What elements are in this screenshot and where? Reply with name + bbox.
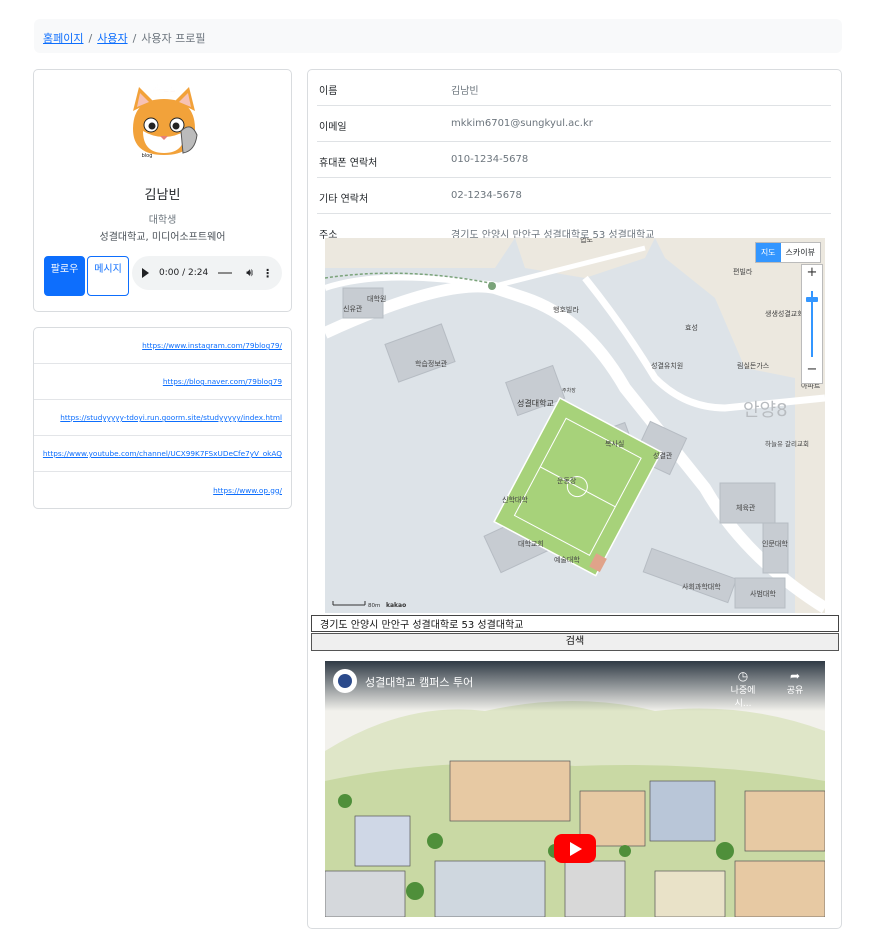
map-label: 운동장: [557, 476, 577, 485]
video-title[interactable]: 성결대학교 캠퍼스 투어: [365, 674, 473, 690]
breadcrumb-separator: /: [132, 32, 137, 45]
map-label: 사범대학: [750, 589, 776, 598]
avatar-caption: 철구: [153, 83, 175, 98]
breadcrumb-home-link[interactable]: 홈페이지: [43, 32, 83, 45]
map-label: 편빌라: [733, 267, 753, 276]
map-label: 행호빌라: [553, 305, 579, 314]
map-label: 법도: [580, 238, 593, 244]
avatar: 철구 blog: [128, 83, 200, 159]
map-label: 신학대학: [502, 495, 528, 504]
message-button[interactable]: 메시지: [87, 256, 129, 296]
map-type-control: 지도 스카이뷰: [754, 242, 821, 263]
list-item: https://www.instagram.com/79blog79/: [34, 328, 291, 364]
list-item: https://www.youtube.com/channel/UCX99K7F…: [34, 436, 291, 472]
link-study-site[interactable]: https://studyyyyy-tdoyi.run.goorm.site/s…: [60, 413, 282, 422]
zoom-slider-handle[interactable]: [806, 297, 818, 302]
info-label: 이메일: [319, 122, 347, 133]
map-label: 인문대학: [762, 539, 788, 548]
map-label: 림실돈가스: [737, 361, 770, 370]
map-label: 학습정보관: [415, 359, 448, 368]
follow-button[interactable]: 팔로우: [44, 256, 85, 296]
map-label: 사회과학대학: [682, 582, 721, 591]
map-label: 대학교회: [518, 539, 544, 548]
info-row-address: 주소 경기도 안양시 만안구 성결대학로 53 성결대학교: [317, 214, 831, 241]
profile-name: 김남빈: [144, 188, 181, 203]
map-type-map-button[interactable]: 지도: [755, 243, 781, 262]
profile-role: 대학생: [148, 215, 177, 226]
watch-later-label: 나중에 시...: [730, 686, 756, 709]
map-scale: 80m: [368, 603, 380, 609]
link-instagram[interactable]: https://www.instagram.com/79blog79/: [142, 341, 282, 350]
link-opgg[interactable]: https://www.op.gg/: [213, 486, 282, 495]
map-label: 안양8: [743, 400, 788, 421]
map-label: 예술대학: [554, 555, 580, 564]
breadcrumb: 홈페이지 / 사용자 / 사용자 프로필: [34, 19, 842, 53]
share-label: 공유: [786, 686, 804, 696]
info-value: 010-1234-5678: [451, 154, 529, 165]
profile-affiliation: 성결대학교, 미디어소프트웨어: [99, 232, 226, 243]
link-blog[interactable]: https://blog.naver.com/79blog79: [163, 377, 282, 386]
list-item: https://www.op.gg/: [34, 472, 291, 508]
share-icon: ➦: [789, 669, 801, 683]
zoom-control: + −: [801, 264, 823, 384]
search-button[interactable]: 검색: [311, 633, 839, 651]
info-value: 김남빈: [451, 86, 479, 97]
volume-icon[interactable]: 🔊︎: [246, 266, 253, 280]
map-label: 신유관: [343, 304, 363, 313]
info-row-mobile: 휴대폰 연락처 010-1234-5678: [317, 142, 831, 178]
youtube-video[interactable]: 성결대학교 캠퍼스 투어 ◷ 나중에 시... ➦ 공유: [325, 661, 825, 917]
audio-progress-bar[interactable]: [218, 272, 233, 274]
play-icon[interactable]: [142, 268, 149, 278]
info-value: 02-1234-5678: [451, 190, 522, 201]
map-label: 하늘유 갈리교회: [765, 439, 809, 448]
share-button[interactable]: ➦ 공유: [777, 669, 813, 696]
map-label: 대학원: [367, 294, 386, 303]
watch-later-button[interactable]: ◷ 나중에 시...: [725, 669, 761, 709]
info-value: mkkim6701@sungkyul.ac.kr: [451, 118, 593, 129]
profile-card: 철구 blog 김남빈 대학생 성결대학교, 미디어소프트웨어 팔로우 메시지 …: [33, 69, 292, 312]
link-youtube[interactable]: https://www.youtube.com/channel/UCX99K7F…: [43, 449, 282, 458]
zoom-in-button[interactable]: +: [802, 265, 822, 280]
info-label: 이름: [319, 86, 338, 97]
audio-time: 0:00 / 2:24: [159, 268, 209, 278]
map-provider: kakao: [386, 602, 406, 609]
address-input[interactable]: [311, 615, 839, 632]
list-item: https://blog.naver.com/79blog79: [34, 364, 291, 400]
zoom-out-button[interactable]: −: [802, 362, 822, 377]
avatar-tag: blog: [142, 153, 153, 159]
map-label: 효성: [685, 323, 698, 332]
youtube-play-icon[interactable]: [554, 834, 596, 863]
campus-map[interactable]: 대학원 신유관 행호빌라 학습정보관 성결대학교 주차장 복사실 성결관 운동장…: [325, 238, 825, 613]
breadcrumb-users-link[interactable]: 사용자: [97, 32, 127, 45]
breadcrumb-current: 사용자 프로필: [141, 32, 206, 45]
info-row-name: 이름 김남빈: [317, 70, 831, 106]
map-label: 성결관: [653, 451, 673, 460]
list-item: https://studyyyyy-tdoyi.run.goorm.site/s…: [34, 400, 291, 436]
map-label: 주차장: [562, 387, 576, 394]
links-card: https://www.instagram.com/79blog79/ http…: [33, 327, 292, 509]
channel-avatar[interactable]: [333, 669, 357, 693]
info-row-other-phone: 기타 연락처 02-1234-5678: [317, 178, 831, 214]
map-label: 성결유치원: [651, 361, 683, 370]
map-type-skyview-button[interactable]: 스카이뷰: [781, 243, 820, 262]
more-options-icon[interactable]: ⋮: [262, 267, 273, 280]
audio-player: 0:00 / 2:24 🔊︎ ⋮: [132, 256, 282, 290]
map-label: 체육관: [736, 503, 756, 512]
map-label: 생생성결교회: [765, 309, 804, 318]
breadcrumb-separator: /: [88, 32, 93, 45]
info-row-email: 이메일 mkkim6701@sungkyul.ac.kr: [317, 106, 831, 142]
info-label: 기타 연락처: [319, 194, 369, 205]
clock-icon: ◷: [737, 669, 749, 683]
info-label: 휴대폰 연락처: [319, 158, 378, 169]
map-label: 성결대학교: [517, 398, 554, 408]
map-label: 복사실: [605, 439, 624, 448]
